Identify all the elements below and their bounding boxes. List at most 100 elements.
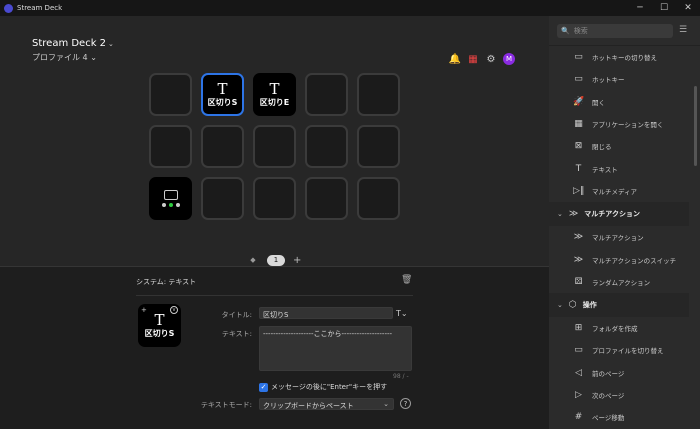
key-slot[interactable] xyxy=(357,73,400,116)
add-page-button[interactable]: + xyxy=(293,255,301,266)
action-item[interactable]: ⚄ ランダムアクション xyxy=(549,271,689,293)
rocket-icon: 🚀 xyxy=(573,96,585,107)
text-icon: T xyxy=(575,163,582,174)
action-label: マルチアクション xyxy=(592,234,644,243)
action-item[interactable]: # ページ移動 xyxy=(549,406,689,428)
category-label: 操作 xyxy=(582,300,597,309)
list-view-icon[interactable]: ☰ xyxy=(679,25,687,35)
action-item[interactable]: ▭ プロファイルを切り替え xyxy=(549,339,689,361)
action-item[interactable]: T テキスト xyxy=(549,157,689,179)
multimedia-icon: ▷‖ xyxy=(573,185,585,196)
profile-switch-icon: ▭ xyxy=(574,345,583,356)
chevron-down-icon: ⌄ xyxy=(108,40,114,48)
enter-checkbox-row[interactable]: ✓ メッセージの後に"Enter"キーを押す xyxy=(259,382,387,392)
hotkey-switch-icon xyxy=(163,190,178,200)
help-icon[interactable]: ? xyxy=(400,398,411,409)
text-format-icon[interactable]: T⌄ xyxy=(396,309,408,318)
key-slot[interactable]: T 区切りE xyxy=(253,73,296,116)
page-navigator: ◆ 1 + xyxy=(247,254,301,266)
action-item[interactable]: 🚀 開く xyxy=(549,91,689,113)
key-slot[interactable] xyxy=(149,73,192,116)
random-dice-icon: ⚄ xyxy=(574,276,583,287)
marketplace-icon[interactable]: ▦ xyxy=(467,53,479,65)
action-item[interactable]: ◁ 前のページ xyxy=(549,362,689,384)
divider xyxy=(136,295,413,296)
text-mode-select[interactable]: クリップボードからペースト ⌄ xyxy=(259,398,394,410)
action-item[interactable]: ▷ 次のページ xyxy=(549,384,689,406)
app-grid-icon: ▦ xyxy=(574,119,583,130)
key-slot[interactable] xyxy=(305,125,348,168)
action-label: テキスト xyxy=(592,165,618,174)
page-number[interactable]: 1 xyxy=(267,254,285,266)
previous-page-icon: ◁ xyxy=(575,367,582,378)
key-slot[interactable] xyxy=(201,177,244,220)
action-item[interactable]: ≫ マルチアクション xyxy=(549,226,689,248)
key-slot[interactable] xyxy=(305,177,348,220)
trash-icon[interactable]: 🗑 xyxy=(401,275,412,285)
profile-selector[interactable]: プロファイル 4 ⌄ xyxy=(32,52,97,63)
folder-add-icon: ⊞ xyxy=(574,323,583,334)
key-slot[interactable] xyxy=(253,125,296,168)
profile-name: プロファイル 4 xyxy=(32,53,88,62)
close-button[interactable]: ✕ xyxy=(676,0,700,16)
action-label: フォルダを作成 xyxy=(592,325,638,334)
key-slot[interactable] xyxy=(149,177,192,220)
key-slot[interactable] xyxy=(201,125,244,168)
page-goto-icon: # xyxy=(574,412,583,423)
key-slot[interactable] xyxy=(305,73,348,116)
plus-icon[interactable]: + xyxy=(141,306,147,314)
text-area[interactable]: --------------------ここから----------------… xyxy=(259,326,412,371)
notification-bell-icon[interactable]: 🔔 xyxy=(449,53,461,65)
preview-label: 区切りS xyxy=(144,328,175,338)
action-item[interactable]: ▷‖ マルチメディア xyxy=(549,180,689,202)
action-item[interactable]: ▭ ホットキーの切り替え xyxy=(549,46,689,68)
operations-icon: ⬡ xyxy=(568,299,577,310)
mode-field-label: テキストモード: xyxy=(200,401,252,409)
search-input[interactable]: 🔍 検索 xyxy=(557,24,673,38)
title-field-label: タイトル: xyxy=(221,311,252,319)
chevron-down-icon: ⌄ xyxy=(90,53,97,62)
account-avatar[interactable]: M xyxy=(503,53,515,65)
chevron-down-icon: ⌄ xyxy=(383,400,389,408)
device-selector[interactable]: Stream Deck 2 ⌄ xyxy=(32,38,114,49)
action-item[interactable]: ⊞ フォルダを作成 xyxy=(549,317,689,339)
key-slot[interactable]: T 区切りS xyxy=(201,73,244,116)
title-bar: Stream Deck ─ ☐ ✕ xyxy=(0,0,700,16)
window-title: Stream Deck xyxy=(17,4,63,12)
text-icon: T xyxy=(269,79,280,98)
checkbox-checked-icon[interactable]: ✓ xyxy=(259,382,268,392)
action-item[interactable]: ≫ マルチアクションのスイッチ xyxy=(549,248,689,270)
title-input[interactable]: 区切りS xyxy=(259,307,393,319)
action-label: ランダムアクション xyxy=(592,278,651,287)
page-dropper-icon[interactable]: ◆ xyxy=(247,254,259,266)
minimize-button[interactable]: ─ xyxy=(628,0,652,16)
category-multi-action[interactable]: ⌄ ≫ マルチアクション xyxy=(549,202,689,227)
close-box-icon: ⊠ xyxy=(574,141,583,152)
category-label: マルチアクション xyxy=(584,210,640,219)
key-grid: T 区切りS T 区切りE xyxy=(149,73,400,220)
property-inspector: システム: テキスト 🗑 + v T 区切りS タイトル: 区切りS T⌄ テキ… xyxy=(0,267,549,429)
action-item[interactable]: ⊠ 閉じる xyxy=(549,135,689,157)
maximize-button[interactable]: ☐ xyxy=(652,0,676,16)
action-label: ホットキーの切り替え xyxy=(592,54,657,63)
key-preview[interactable]: + v T 区切りS xyxy=(138,304,181,347)
key-slot[interactable] xyxy=(357,125,400,168)
gear-icon[interactable]: ⚙ xyxy=(485,53,497,65)
char-counter: 98 / - xyxy=(393,373,409,380)
key-slot[interactable] xyxy=(253,177,296,220)
action-sidebar: 🔍 検索 ☰ ▭ ホットキーの切り替え ▭ ホットキー 🚀 開く ▦ アプリケーションを… xyxy=(549,16,700,429)
action-label: プロファイルを切り替え xyxy=(592,347,664,356)
key-slot[interactable] xyxy=(149,125,192,168)
action-label: 前のページ xyxy=(592,369,625,378)
checkbox-label: メッセージの後に"Enter"キーを押す xyxy=(271,383,388,391)
multi-action-icon: ≫ xyxy=(568,209,579,220)
category-operations[interactable]: ⌄ ⬡ 操作 xyxy=(549,292,689,317)
sidebar-scrollbar[interactable] xyxy=(694,86,697,166)
action-item[interactable]: ▭ ホットキー xyxy=(549,68,689,90)
text-icon: T xyxy=(217,79,228,98)
action-item[interactable]: ▦ アプリケーションを開く xyxy=(549,113,689,135)
key-slot[interactable] xyxy=(357,177,400,220)
action-type-label: システム: テキスト xyxy=(136,278,197,286)
chevron-down-icon[interactable]: v xyxy=(170,306,178,314)
text-mode-value: クリップボードからペースト xyxy=(263,402,354,410)
